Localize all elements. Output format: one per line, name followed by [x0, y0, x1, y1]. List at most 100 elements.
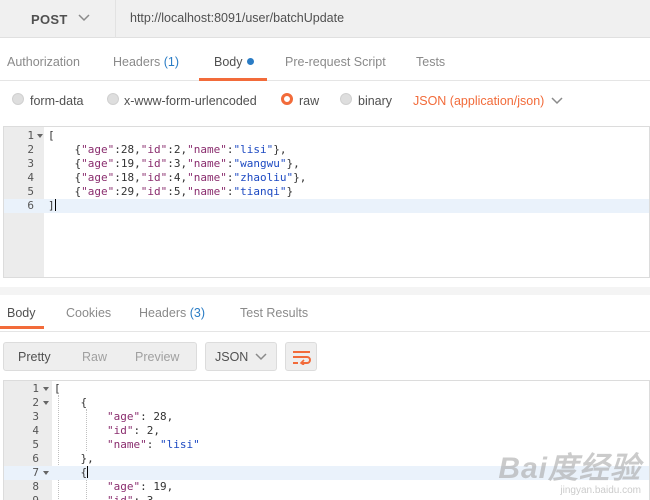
- code-line: 1[: [4, 382, 649, 396]
- url-bar: POST http://localhost:8091/user/batchUpd…: [0, 0, 650, 38]
- line-number: 1: [32, 382, 39, 395]
- tab-label: Test Results: [240, 306, 309, 320]
- radio-raw[interactable]: [281, 93, 293, 105]
- line-number: 5: [27, 185, 34, 198]
- request-body-editor[interactable]: 1[2 {"age":28,"id":2,"name":"lisi"}, 3 {"…: [3, 126, 650, 278]
- code-text: {"age":18,"id":4,"name":"zhaoliu"},: [74, 171, 307, 184]
- code-line: 3 {"age":19,"id":3,"name":"wangwu"},: [4, 157, 649, 171]
- response-tabs: Body Cookies Headers (3) Test Results: [0, 296, 650, 332]
- code-line: 4 "id": 2,: [4, 424, 649, 438]
- active-tab-indicator: [199, 78, 267, 81]
- tab-label: Cookies: [66, 306, 112, 320]
- code-text: "name": "lisi": [106, 438, 200, 451]
- line-number: 2: [27, 143, 34, 156]
- method-label: POST: [31, 11, 68, 27]
- line-number: 3: [27, 157, 34, 170]
- code-text: {"age":28,"id":2,"name":"lisi"},: [74, 143, 287, 156]
- tab-count: (3): [189, 306, 206, 320]
- code-text: [: [48, 129, 55, 142]
- pane-divider[interactable]: [0, 287, 650, 295]
- radio-label-x-www-form-urlencoded: x-www-form-urlencoded: [124, 94, 257, 108]
- chevron-down-icon[interactable]: [551, 97, 563, 105]
- wrap-lines-icon: [293, 351, 311, 365]
- preview-button[interactable]: Preview: [135, 350, 179, 364]
- code-line: 1[: [4, 129, 649, 143]
- tab-label: Tests: [416, 55, 446, 69]
- chevron-down-icon: [255, 353, 267, 361]
- raw-button[interactable]: Raw: [82, 350, 107, 364]
- code-line: 2 {"age":28,"id":2,"name":"lisi"},: [4, 143, 649, 157]
- line-number: 7: [32, 466, 39, 479]
- tab-pre-request-script[interactable]: Pre-request Script: [285, 55, 386, 69]
- radio-label-form-data: form-data: [30, 94, 84, 108]
- fold-arrow-icon[interactable]: [43, 387, 49, 391]
- radio-binary[interactable]: [340, 93, 352, 105]
- line-number: 9: [4, 494, 39, 500]
- text-cursor: [54, 199, 56, 211]
- fold-arrow-icon[interactable]: [43, 471, 49, 475]
- url-input[interactable]: http://localhost:8091/user/batchUpdate: [130, 11, 344, 25]
- line-number: 6: [32, 452, 39, 465]
- line-number: 2: [32, 396, 39, 409]
- view-mode-group: Pretty Raw Preview: [3, 342, 197, 371]
- tab-label: Body: [7, 306, 36, 320]
- watermark-main: Bai度经验: [498, 452, 641, 485]
- code-text: ]: [48, 199, 56, 212]
- fold-arrow-icon[interactable]: [37, 134, 43, 138]
- line-number: 3: [32, 410, 39, 423]
- code-line: 5 {"age":29,"id":5,"name":"tianqi"}: [4, 185, 649, 199]
- active-tab-indicator: [0, 326, 44, 329]
- method-dropdown[interactable]: POST: [0, 0, 116, 38]
- radio-form-data[interactable]: [12, 93, 24, 105]
- tab-label: Body: [214, 55, 243, 69]
- radio-label-binary: binary: [358, 94, 393, 108]
- response-body-viewer[interactable]: 1[2 {3 "age": 28, 4 "id": 2, 5 "name": "li…: [3, 380, 650, 500]
- line-number: 4: [27, 171, 34, 184]
- tab-headers[interactable]: Headers (1): [113, 55, 179, 69]
- tab-label: Pre-request Script: [285, 55, 386, 69]
- request-tabs: Authorization Headers (1) Body Pre-reque…: [0, 45, 650, 81]
- response-tab-test-results[interactable]: Test Results: [240, 306, 308, 320]
- code-text: [: [54, 382, 61, 395]
- pretty-button[interactable]: Pretty: [18, 350, 51, 364]
- code-text: },: [80, 452, 94, 465]
- body-type-selector: form-data x-www-form-urlencoded raw bina…: [0, 88, 650, 116]
- tab-label: Headers: [139, 306, 187, 320]
- code-line: 6]: [4, 199, 649, 213]
- tab-tests[interactable]: Tests: [416, 55, 445, 69]
- line-number: 8: [32, 480, 39, 493]
- code-text: {"age":29,"id":5,"name":"tianqi"}: [74, 185, 294, 198]
- response-tab-body[interactable]: Body: [7, 306, 36, 320]
- wrap-lines-button[interactable]: [285, 342, 317, 371]
- code-text: {: [80, 466, 89, 479]
- line-number: 5: [32, 438, 39, 451]
- content-type-dropdown[interactable]: JSON (application/json): [413, 94, 544, 108]
- line-number: 4: [32, 424, 39, 437]
- code-line: 3 "age": 28,: [4, 410, 649, 424]
- tab-label: Headers: [113, 55, 161, 69]
- code-text: "id": 3,: [54, 494, 160, 500]
- tab-count: (1): [163, 55, 180, 69]
- code-text: {: [80, 396, 88, 409]
- code-text: "age": 19,: [106, 480, 174, 493]
- response-format-label: JSON: [215, 350, 249, 364]
- response-format-dropdown[interactable]: JSON: [205, 342, 277, 371]
- code-text: "age": 28,: [106, 410, 174, 423]
- text-cursor: [87, 466, 89, 478]
- response-tab-headers[interactable]: Headers (3): [139, 306, 205, 320]
- modified-dot-icon: [246, 58, 254, 65]
- fold-arrow-icon[interactable]: [43, 401, 49, 405]
- code-line: 2 {: [4, 396, 649, 410]
- response-toolbar: Pretty Raw Preview JSON: [0, 340, 650, 376]
- tab-authorization[interactable]: Authorization: [7, 55, 80, 69]
- line-number: 6: [27, 199, 34, 212]
- tab-body[interactable]: Body: [214, 55, 254, 69]
- radio-x-www-form-urlencoded[interactable]: [107, 93, 119, 105]
- radio-label-raw: raw: [299, 94, 320, 108]
- watermark-logo: Bai度经验 jingyan.baidu.com: [498, 443, 641, 496]
- code-text: "id": 2,: [106, 424, 160, 437]
- response-tab-cookies[interactable]: Cookies: [66, 306, 111, 320]
- tab-label: Authorization: [7, 55, 80, 69]
- line-number: 1: [27, 129, 34, 142]
- chevron-down-icon: [78, 14, 90, 22]
